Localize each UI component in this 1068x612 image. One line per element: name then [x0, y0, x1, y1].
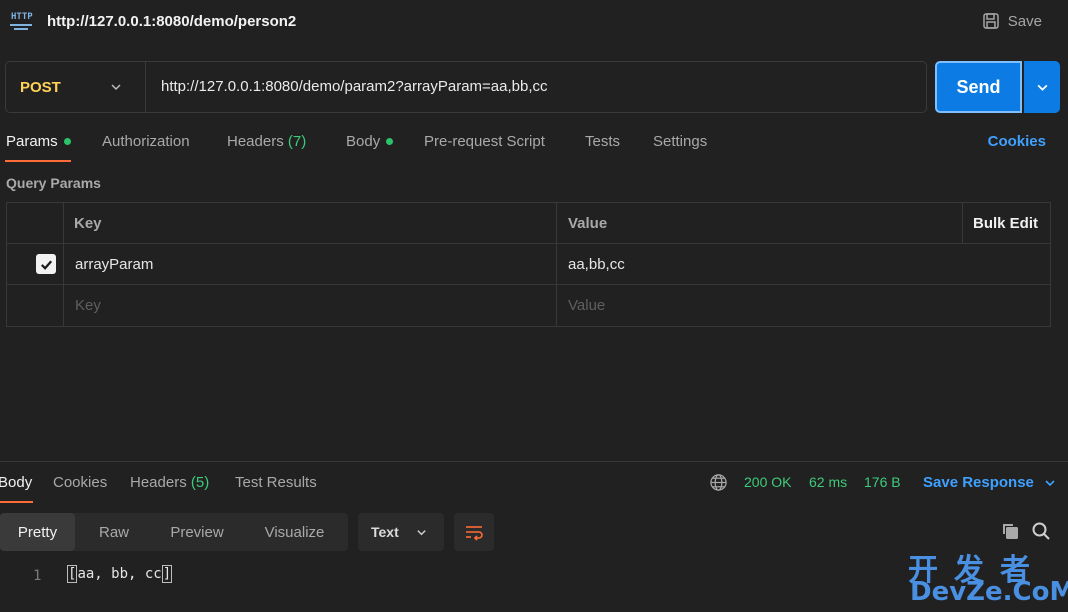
save-response-button[interactable]: Save Response [923, 474, 1056, 491]
method-select[interactable]: POST [6, 62, 146, 112]
chevron-down-icon [1045, 479, 1055, 486]
response-tab-cookies[interactable]: Cookies [53, 474, 107, 491]
send-button[interactable]: Send [935, 61, 1022, 113]
param-value-input[interactable]: aa,bb,cc [568, 256, 625, 273]
line-number: 1 [33, 568, 42, 584]
param-key-input[interactable]: arrayParam [75, 256, 153, 273]
key-column-header: Key [74, 215, 102, 232]
view-preview[interactable]: Preview [153, 513, 241, 551]
view-visualize[interactable]: Visualize [241, 513, 348, 551]
http-icon-label: HTTP [11, 12, 33, 22]
wrap-lines-button[interactable] [454, 513, 494, 551]
tab-label: Headers [227, 133, 284, 150]
watermark: 开发者 DevZe.CoM [908, 545, 1068, 609]
query-params-table: Key Value Bulk Edit arrayParam aa,bb,cc … [6, 202, 1051, 327]
chevron-down-icon [1037, 84, 1047, 91]
format-select[interactable]: Text [358, 513, 444, 551]
query-params-label: Query Params [6, 175, 101, 191]
request-header: HTTP http://127.0.0.1:8080/demo/person2 … [0, 0, 1068, 44]
value-column-header: Value [568, 215, 608, 232]
view-raw[interactable]: Raw [75, 513, 153, 551]
globe-icon[interactable] [709, 473, 728, 492]
request-title[interactable]: http://127.0.0.1:8080/demo/person2 [47, 13, 296, 30]
tab-label: Params [6, 133, 58, 150]
tab-body[interactable]: Body [346, 133, 394, 150]
table-header-row: Key Value Bulk Edit [7, 203, 1050, 244]
tab-tests[interactable]: Tests [585, 133, 620, 150]
tab-authorization[interactable]: Authorization [102, 133, 190, 150]
search-icon[interactable] [1031, 521, 1051, 541]
save-icon [983, 13, 999, 29]
request-tabs: Params Authorization Headers (7) Body Pr… [0, 128, 1068, 164]
save-button[interactable]: Save [982, 12, 1042, 30]
response-tab-body[interactable]: Body [0, 474, 32, 491]
watermark-line2: DevZe.CoM [910, 577, 1068, 607]
table-row: Key Value [7, 285, 1050, 326]
tab-headers[interactable]: Headers (7) [227, 133, 306, 150]
chevron-down-icon [111, 84, 121, 91]
response-body-content: aa, bb, cc [77, 566, 162, 582]
tab-label: Headers [130, 474, 187, 491]
tab-pre-request-script[interactable]: Pre-request Script [424, 133, 545, 150]
chevron-down-icon [417, 530, 426, 536]
check-icon [40, 259, 52, 270]
format-label: Text [371, 524, 399, 540]
active-dot-icon [63, 137, 71, 145]
tab-label: Body [346, 133, 381, 150]
wrap-lines-icon [466, 526, 483, 541]
url-bar: POST http://127.0.0.1:8080/demo/param2?a… [5, 61, 927, 113]
open-bracket: [ [67, 565, 78, 583]
save-response-label: Save Response [923, 474, 1034, 491]
response-time[interactable]: 62 ms [809, 474, 847, 490]
param-enabled-checkbox[interactable] [36, 254, 56, 274]
active-dot-icon [386, 137, 394, 145]
response-tabs: Body Cookies Headers (5) Test Results 20… [0, 462, 1068, 503]
response-tab-headers[interactable]: Headers (5) [130, 474, 209, 491]
response-view-selector: Pretty Raw Preview Visualize [0, 513, 348, 551]
close-bracket: ] [161, 565, 173, 583]
active-tab-underline [5, 160, 71, 162]
http-icon: HTTP [10, 11, 34, 33]
tab-settings[interactable]: Settings [653, 133, 707, 150]
response-body[interactable]: [aa, bb, cc] [66, 565, 173, 583]
new-value-input[interactable]: Value [568, 297, 605, 314]
save-label: Save [1007, 12, 1042, 30]
tab-count: (5) [190, 474, 210, 491]
cookies-link[interactable]: Cookies [988, 133, 1046, 150]
response-size[interactable]: 176 B [864, 474, 901, 490]
bulk-edit-button[interactable]: Bulk Edit [973, 215, 1038, 232]
new-key-input[interactable]: Key [75, 297, 101, 314]
status-code[interactable]: 200 OK [744, 474, 791, 490]
response-tab-test-results[interactable]: Test Results [235, 474, 317, 491]
url-input[interactable]: http://127.0.0.1:8080/demo/param2?arrayP… [161, 78, 548, 95]
table-row: arrayParam aa,bb,cc [7, 244, 1050, 285]
copy-icon[interactable] [1000, 521, 1020, 541]
method-label: POST [20, 79, 61, 96]
active-tab-underline [0, 501, 33, 503]
tab-count: (7) [287, 133, 307, 150]
send-dropdown-button[interactable] [1024, 61, 1060, 113]
tab-params[interactable]: Params [6, 133, 71, 150]
view-pretty[interactable]: Pretty [0, 513, 75, 551]
